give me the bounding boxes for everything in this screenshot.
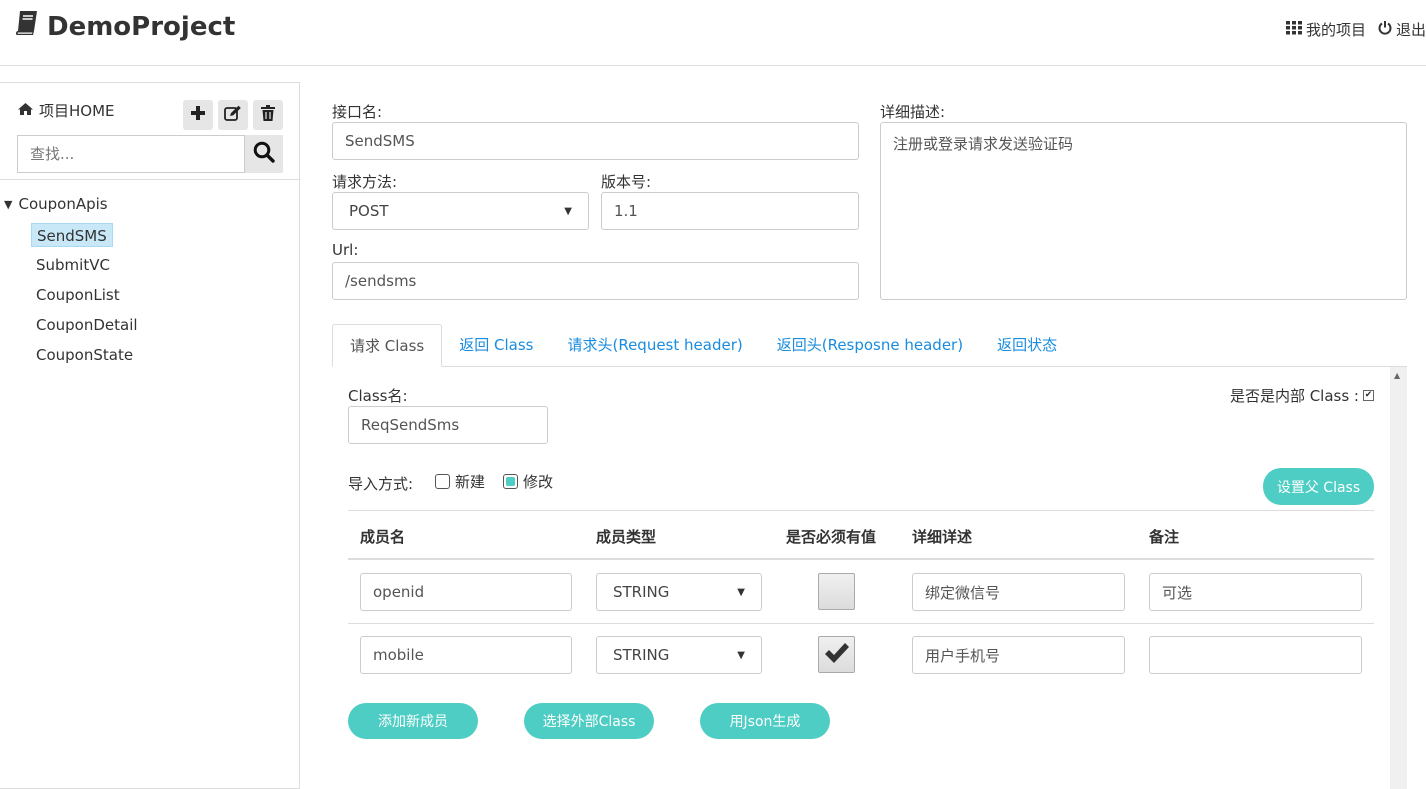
radio-modify[interactable] [503, 474, 519, 489]
required-checkbox[interactable] [818, 636, 855, 673]
row-divider [348, 623, 1374, 624]
import-mode-options: 新建 修改 [435, 471, 553, 492]
tree-root-couponapis[interactable]: ▼ CouponApis [0, 193, 299, 215]
add-button[interactable] [183, 100, 213, 130]
method-select[interactable]: POST ▼ [332, 192, 589, 230]
member-note-input[interactable] [1149, 636, 1362, 674]
project-title: DemoProject [47, 11, 236, 42]
trash-icon [261, 105, 275, 125]
top-bar: DemoProject 我的项目 退出 [0, 0, 1426, 66]
my-projects-label: 我的项目 [1305, 21, 1366, 39]
select-external-class-button[interactable]: 选择外部Class [524, 703, 654, 739]
inner-class-label: 是否是内部 Class : [1229, 387, 1359, 405]
tab-bar: 请求 Class 返回 Class 请求头(Request header) 返回… [332, 324, 1407, 367]
member-name-input[interactable] [360, 636, 572, 674]
members-table-header: 成员名 成员类型 是否必须有值 详细详述 备注 [348, 510, 1374, 560]
radio-new[interactable] [435, 474, 450, 489]
col-description: 详细详述 [912, 528, 973, 546]
col-required: 是否必须有值 [786, 528, 877, 546]
inner-class-checkbox[interactable]: ✔ [1363, 390, 1374, 401]
search-icon [253, 141, 275, 167]
tab-request-header[interactable]: 请求头(Request header) [550, 324, 759, 367]
version-input[interactable] [601, 192, 859, 230]
my-projects-link[interactable]: 我的项目 [1285, 19, 1366, 40]
method-label: 请求方法: [332, 173, 398, 191]
checkmark-icon [823, 641, 851, 669]
api-tree: ▼ CouponApis SendSMS SubmitVC CouponList… [0, 193, 299, 373]
tree-root-label: CouponApis [18, 195, 108, 213]
set-parent-class-button[interactable]: 设置父 Class [1263, 468, 1374, 505]
sidebar: 项目HOME ▼ CouponApis SendSMS SubmitVC Cou… [0, 82, 300, 789]
url-input[interactable] [332, 262, 859, 300]
home-icon [17, 102, 34, 120]
logout-label: 退出 [1395, 21, 1426, 39]
add-member-button[interactable]: 添加新成员 [348, 703, 478, 739]
caret-down-icon: ▼ [4, 197, 13, 211]
select-arrow-icon: ▼ [564, 205, 572, 217]
member-note-input[interactable] [1149, 573, 1362, 611]
import-modify-label: 修改 [523, 473, 554, 491]
api-name-label: 接口名: [332, 103, 383, 121]
member-desc-input[interactable] [912, 573, 1125, 611]
logout-link[interactable]: 退出 [1378, 19, 1426, 40]
select-arrow-icon: ▼ [737, 649, 745, 661]
import-new-label: 新建 [455, 473, 486, 491]
edit-button[interactable] [218, 100, 248, 130]
member-type-select[interactable]: STRING ▼ [596, 636, 762, 674]
tab-response-status[interactable]: 返回状态 [980, 324, 1074, 367]
search-button[interactable] [245, 135, 283, 173]
top-actions: 我的项目 退出 [1274, 19, 1426, 40]
method-value: POST [349, 202, 389, 220]
tab-response-header[interactable]: 返回头(Resposne header) [760, 324, 980, 367]
brand[interactable]: DemoProject [15, 10, 235, 43]
grid-icon [1285, 20, 1302, 39]
col-note: 备注 [1149, 528, 1180, 546]
project-home-link[interactable]: 项目HOME [17, 100, 115, 121]
required-checkbox[interactable] [818, 573, 855, 610]
tree-item[interactable]: CouponState [31, 343, 138, 367]
import-modify-option[interactable]: 修改 [503, 471, 553, 492]
book-icon [15, 10, 39, 43]
sidebar-divider [0, 179, 299, 180]
member-name-input[interactable] [360, 573, 572, 611]
tree-item[interactable]: CouponList [31, 283, 125, 307]
sidebar-tools [183, 100, 283, 130]
col-member-name: 成员名 [360, 528, 406, 546]
tab-response-class[interactable]: 返回 Class [442, 324, 550, 367]
tree-item[interactable]: CouponDetail [31, 313, 143, 337]
description-label: 详细描述: [880, 103, 946, 121]
member-type-value: STRING [613, 583, 670, 601]
class-name-input[interactable] [348, 406, 548, 444]
tree-item[interactable]: SendSMS [31, 223, 113, 247]
tree-item[interactable]: SubmitVC [31, 253, 115, 277]
power-icon [1378, 20, 1392, 39]
edit-icon [224, 105, 242, 126]
search-input[interactable] [17, 135, 245, 173]
tab-request-class[interactable]: 请求 Class [332, 324, 443, 367]
member-type-value: STRING [613, 646, 670, 664]
plus-icon [190, 105, 206, 125]
scroll-up-icon: ▲ [1394, 371, 1401, 380]
generate-from-json-button[interactable]: 用Json生成 [700, 703, 830, 739]
import-mode-label: 导入方式: [348, 475, 414, 493]
inner-class-toggle[interactable]: 是否是内部 Class : ✔ [1230, 385, 1374, 406]
select-arrow-icon: ▼ [737, 586, 745, 598]
member-desc-input[interactable] [912, 636, 1125, 674]
import-new-option[interactable]: 新建 [435, 471, 485, 492]
panel-scrollbar[interactable]: ▲ [1390, 367, 1407, 789]
col-member-type: 成员类型 [596, 528, 657, 546]
description-textarea[interactable]: 注册或登录请求发送验证码 [880, 122, 1407, 300]
class-name-label: Class名: [348, 387, 408, 405]
sidebar-search [17, 135, 283, 173]
api-name-input[interactable] [332, 122, 859, 160]
delete-button[interactable] [253, 100, 283, 130]
member-type-select[interactable]: STRING ▼ [596, 573, 762, 611]
project-home-label: 项目HOME [39, 102, 115, 120]
url-label: Url: [332, 241, 359, 259]
tree-items: SendSMS SubmitVC CouponList CouponDetail… [0, 223, 299, 373]
version-label: 版本号: [601, 173, 652, 191]
